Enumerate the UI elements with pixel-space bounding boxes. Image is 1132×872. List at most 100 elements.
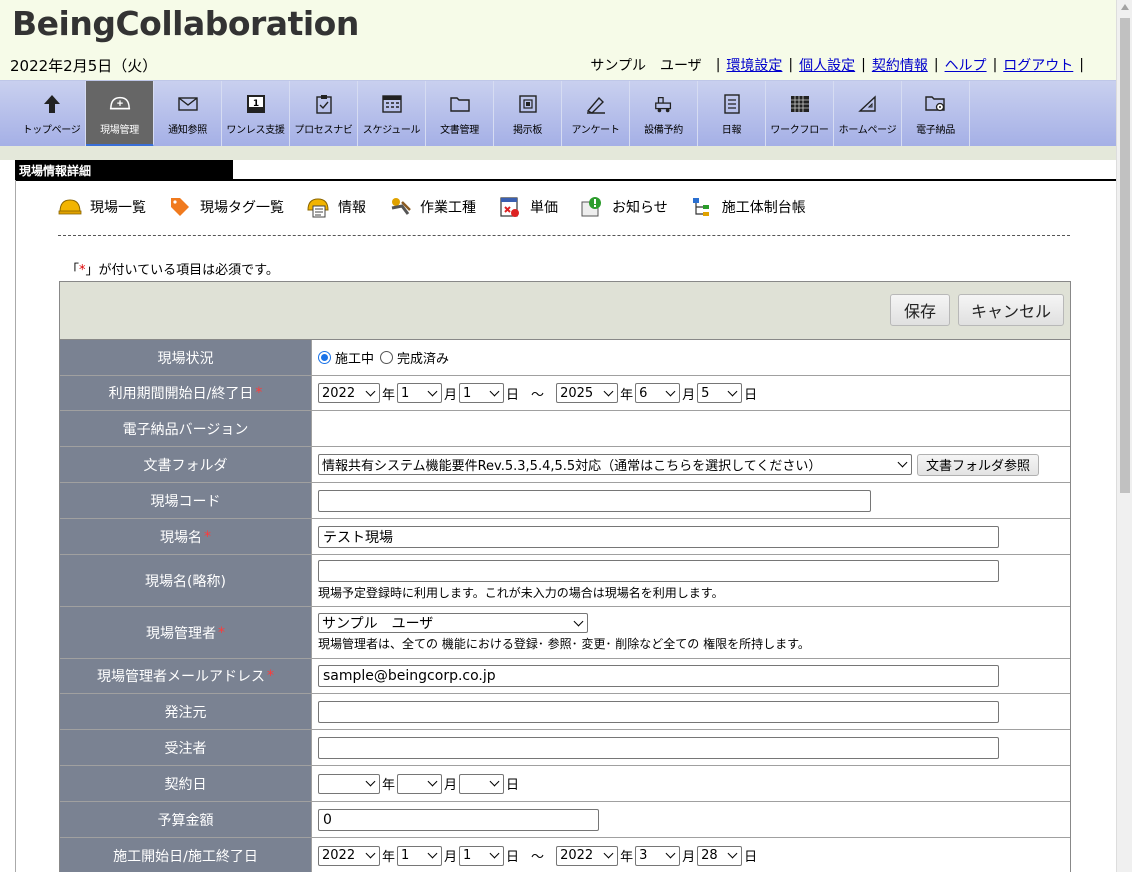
orderer-input[interactable] xyxy=(318,700,999,723)
period-start-month-select[interactable]: 1 xyxy=(397,383,443,403)
field-value: sample@beingcorp.co.jp xyxy=(312,659,1070,693)
field-value xyxy=(312,730,1070,765)
nav-oneless[interactable]: 1 ワンレス支援 xyxy=(222,81,290,147)
construction-start-year-select[interactable]: 2022 xyxy=(318,845,380,866)
nav-top-page[interactable]: トップページ xyxy=(18,81,86,147)
construction-start-month-select[interactable]: 1 xyxy=(397,845,443,866)
nav-label: 掲示板 xyxy=(512,125,543,136)
save-button[interactable]: 保存 xyxy=(890,294,950,326)
user-name: サンプル ユーザ xyxy=(590,58,702,74)
link-logout[interactable]: ログアウト xyxy=(1003,55,1073,75)
site-code-input[interactable] xyxy=(318,489,871,512)
link-env-settings[interactable]: 環境設定 xyxy=(726,55,782,75)
field-label: 予算金額 xyxy=(60,802,312,837)
subnav-label: 情報 xyxy=(338,200,366,216)
field-label: 施工開始日/施工終了日 xyxy=(60,838,312,872)
row-usage-period: 利用期間開始日/終了日 * 2022 年 1月 1日 ～ 2025 年 6月 5日 xyxy=(60,376,1070,411)
field-label: 現場管理者 * xyxy=(60,607,312,658)
subnav-site-tags[interactable]: 現場タグ一覧 xyxy=(168,195,284,219)
cancel-button[interactable]: キャンセル xyxy=(958,294,1064,326)
doc-folder-browse-button[interactable]: 文書フォルダ参照 xyxy=(917,453,1040,476)
site-manager-select[interactable]: サンプル ユーザ xyxy=(318,613,588,633)
app-logo: BeingCollaboration xyxy=(12,4,359,43)
nav-label: ホームページ xyxy=(838,125,897,136)
vertical-scrollbar[interactable] xyxy=(1116,0,1132,872)
scroll-thumb[interactable] xyxy=(1120,18,1130,493)
tag-icon xyxy=(168,195,192,219)
subnav-label: 作業工種 xyxy=(420,200,476,216)
info-helmet-icon xyxy=(306,195,330,219)
construction-end-month-select[interactable]: 3 xyxy=(635,845,681,866)
contract-year-select[interactable] xyxy=(318,773,380,794)
subnav-unit-price[interactable]: 単価 xyxy=(498,195,558,219)
contractor-input[interactable] xyxy=(318,736,999,759)
scroll-up-icon[interactable] xyxy=(1121,4,1129,10)
status-in-progress-radio[interactable]: 施工中 xyxy=(318,348,374,367)
subnav-info[interactable]: 情報 xyxy=(306,195,366,219)
subnav-work-types[interactable]: 作業工種 xyxy=(388,195,476,219)
period-start-day-select[interactable]: 1 xyxy=(459,383,505,403)
row-contract-date: 契約日 年 月 日 xyxy=(60,766,1070,802)
divider: | xyxy=(933,57,939,73)
site-short-name-input[interactable] xyxy=(318,560,999,582)
period-end-year-select[interactable]: 2025 xyxy=(556,383,619,403)
nav-workflow[interactable]: ワークフロー xyxy=(766,81,834,147)
field-label: 電子納品バージョン xyxy=(60,411,312,446)
contract-month-select[interactable] xyxy=(397,773,443,794)
field-value xyxy=(312,694,1070,729)
subnav-construction-ledger[interactable]: 施工体制台帳 xyxy=(690,195,806,219)
manager-email-input[interactable]: sample@beingcorp.co.jp xyxy=(318,665,999,687)
construction-end-day-select[interactable]: 28 xyxy=(697,845,743,866)
field-label: 利用期間開始日/終了日 * xyxy=(60,376,312,410)
nav-notification[interactable]: 通知参照 xyxy=(154,81,222,147)
nav-daily-report[interactable]: 日報 xyxy=(698,81,766,147)
budget-input[interactable]: 0 xyxy=(318,808,599,831)
field-label: 受注者 xyxy=(60,730,312,765)
field-value: 2022 年 1月 1日 ～ 2025 年 6月 5日 xyxy=(312,376,1070,410)
period-end-month-select[interactable]: 6 xyxy=(635,383,681,403)
subnav-site-list[interactable]: 現場一覧 xyxy=(58,195,146,219)
nav-label: 日報 xyxy=(721,125,742,136)
doc-folder-select[interactable]: 情報共有システム機能要件Rev.5.3,5.4,5.5対応（通常はこちらを選択し… xyxy=(318,454,912,475)
nav-survey[interactable]: アンケート xyxy=(562,81,630,147)
tree-icon xyxy=(690,195,714,219)
period-start-year-select[interactable]: 2022 xyxy=(318,383,380,403)
link-help[interactable]: ヘルプ xyxy=(945,55,987,75)
nav-process-navi[interactable]: プロセスナビ xyxy=(290,81,358,147)
link-contract-info[interactable]: 契約情報 xyxy=(872,55,928,75)
subnav-notices[interactable]: お知らせ xyxy=(580,195,668,219)
period-end-day-select[interactable]: 5 xyxy=(697,383,743,403)
construction-end-year-select[interactable]: 2022 xyxy=(556,845,619,866)
row-contractor: 受注者 xyxy=(60,730,1070,766)
link-personal-settings[interactable]: 個人設定 xyxy=(799,55,855,75)
site-short-name-help: 現場予定登録時に利用します。これが未入力の場合は現場名を利用します。 xyxy=(318,586,724,600)
nav-equipment[interactable]: 設備予約 xyxy=(630,81,698,147)
site-name-input[interactable]: テスト現場 xyxy=(318,525,999,548)
nav-label: 設備予約 xyxy=(644,125,683,136)
sub-nav: 現場一覧 現場タグ一覧 情報 作業工種 単価 お知らせ 施工体制台帳 xyxy=(58,195,828,219)
main-nav: トップページ 現場管理 通知参照 1 ワンレス支援 プロセスナビ スケジュール … xyxy=(0,80,1116,147)
row-orderer: 発注元 xyxy=(60,694,1070,730)
required-asterisk: * xyxy=(267,668,274,684)
status-completed-radio[interactable]: 完成済み xyxy=(380,348,449,367)
nav-site-management[interactable]: 現場管理 xyxy=(86,81,154,147)
field-label: 現場状況 xyxy=(60,340,312,375)
field-value xyxy=(312,483,1070,518)
nav-label: 現場管理 xyxy=(100,125,139,136)
nav-bulletin[interactable]: 掲示板 xyxy=(494,81,562,147)
nav-electronic-delivery[interactable]: 電子納品 xyxy=(902,81,970,147)
site-manager-help: 現場管理者は、全ての 機能における登録･ 参照･ 変更･ 削除など全ての 権限を… xyxy=(318,637,810,651)
nav-documents[interactable]: 文書管理 xyxy=(426,81,494,147)
nav-label: トップページ xyxy=(22,125,81,136)
row-edelivery-version: 電子納品バージョン xyxy=(60,411,1070,447)
field-label: 文書フォルダ xyxy=(60,447,312,482)
nav-homepage[interactable]: ホームページ xyxy=(834,81,902,147)
triangle-ruler-icon xyxy=(857,93,879,115)
notice-icon xyxy=(580,195,604,219)
note-text: 「 xyxy=(66,263,80,278)
required-asterisk: * xyxy=(218,624,225,641)
mail-icon xyxy=(177,93,199,115)
contract-day-select[interactable] xyxy=(459,773,505,794)
nav-schedule[interactable]: スケジュール xyxy=(358,81,426,147)
construction-start-day-select[interactable]: 1 xyxy=(459,845,505,866)
